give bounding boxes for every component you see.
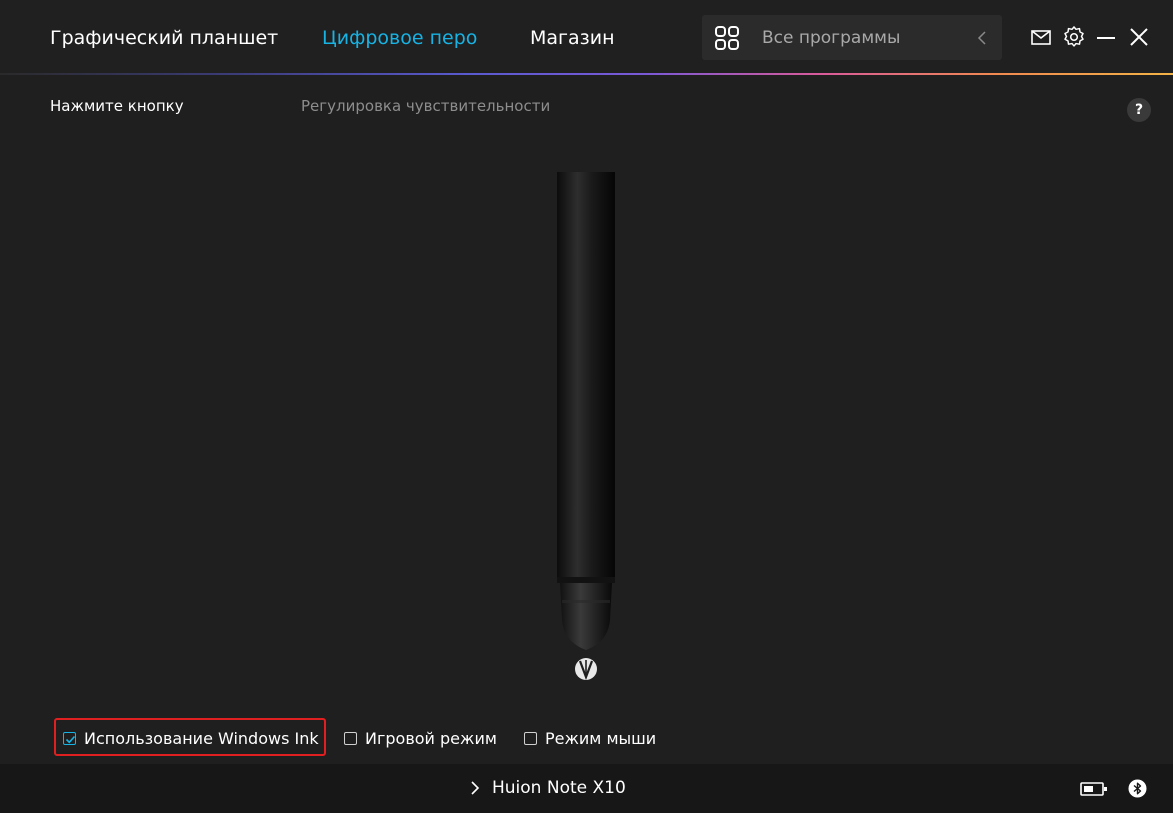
mail-icon[interactable] xyxy=(1030,26,1052,48)
close-icon[interactable] xyxy=(1128,26,1150,48)
header-divider xyxy=(0,73,1173,75)
tab-graphic-tablet[interactable]: Графический планшет xyxy=(50,27,278,49)
tab-store[interactable]: Магазин xyxy=(530,27,615,49)
windows-ink-checkbox[interactable] xyxy=(63,731,76,745)
app-window: Графический планшет Цифровое перо Магази… xyxy=(0,0,1173,813)
chevron-right-icon xyxy=(471,781,480,795)
subtab-press-button[interactable]: Нажмите кнопку xyxy=(50,97,184,115)
grid-icon xyxy=(715,26,739,50)
mouse-mode-checkbox[interactable] xyxy=(524,731,537,745)
device-selector[interactable]: Huion Note X10 xyxy=(470,778,626,798)
windows-ink-label: Использование Windows Ink xyxy=(84,728,319,748)
help-button[interactable]: ? xyxy=(1127,98,1151,122)
subtab-sensitivity[interactable]: Регулировка чувствительности xyxy=(301,97,550,115)
mouse-mode-label: Режим мыши xyxy=(545,728,657,748)
game-mode-label: Игровой режим xyxy=(365,728,497,748)
game-mode-option[interactable]: Игровой режим xyxy=(344,726,497,750)
bluetooth-icon xyxy=(1128,779,1147,798)
pen-illustration xyxy=(557,172,615,681)
gear-icon[interactable] xyxy=(1063,26,1085,48)
minimize-icon[interactable] xyxy=(1095,26,1117,48)
tab-digital-pen[interactable]: Цифровое перо xyxy=(322,27,477,49)
device-name: Huion Note X10 xyxy=(492,778,626,798)
all-programs-label: Все программы xyxy=(762,28,901,48)
status-bar: Huion Note X10 xyxy=(0,764,1173,813)
windows-ink-option[interactable]: Использование Windows Ink xyxy=(63,726,319,750)
battery-icon xyxy=(1080,782,1107,796)
top-navigation: Графический планшет Цифровое перо Магази… xyxy=(0,0,1173,75)
game-mode-checkbox[interactable] xyxy=(344,731,357,745)
mouse-mode-option[interactable]: Режим мыши xyxy=(524,726,656,750)
all-programs-selector[interactable]: Все программы xyxy=(702,15,1002,60)
checkmark-icon xyxy=(65,735,76,743)
chevron-left-icon[interactable] xyxy=(976,29,988,47)
